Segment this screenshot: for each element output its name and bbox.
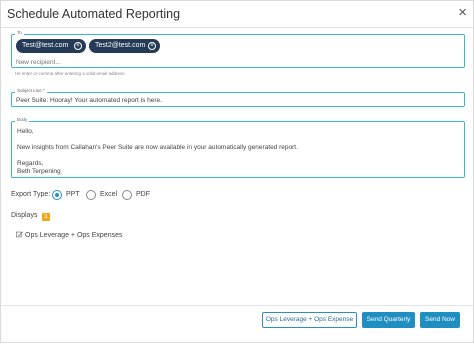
radio-label-ppt: PPT (66, 191, 80, 198)
to-label: To (15, 30, 24, 36)
dialog-header: Schedule Automated Reporting × (1, 1, 474, 28)
edit-icon[interactable] (16, 231, 23, 238)
displays-count-badge: 1 (42, 213, 50, 221)
subject-label: Subject Line * (15, 88, 47, 94)
body-label: Body (15, 117, 30, 123)
display-list-item[interactable]: Ops Leverage + Ops Expenses (16, 231, 122, 239)
radio-label-pdf: PDF (136, 191, 150, 198)
body-textarea[interactable]: Hello, New insights from Callahan's Peer… (17, 128, 457, 176)
recipient-email: Test@test.com (22, 42, 69, 49)
recipient-chip[interactable]: Test@test.com × (16, 39, 86, 53)
display-button[interactable]: Ops Leverage + Ops Expense (262, 312, 357, 328)
schedule-reporting-dialog: Schedule Automated Reporting × To Test@t… (0, 0, 474, 343)
to-field[interactable]: To Test@test.com × Test2@test.com × (11, 30, 465, 68)
recipient-hint: Hit enter or comma after entering a vali… (15, 71, 125, 76)
dialog-title: Schedule Automated Reporting (7, 7, 181, 21)
close-icon[interactable]: × (458, 5, 467, 20)
remove-recipient-icon[interactable]: × (148, 42, 156, 50)
send-quarterly-button[interactable]: Send Quarterly (362, 312, 415, 328)
recipient-email: Test2@test.com (95, 42, 146, 49)
displays-label: Displays (11, 212, 38, 219)
export-type-label: Export Type: (11, 191, 51, 198)
recipient-chip[interactable]: Test2@test.com × (89, 39, 160, 53)
body-field[interactable]: Body Hello, New insights from Callahan's… (11, 117, 465, 178)
subject-input[interactable] (16, 96, 456, 105)
send-now-button[interactable]: Send Now (420, 312, 460, 328)
display-item-label: Ops Leverage + Ops Expenses (25, 232, 123, 239)
subject-field[interactable]: Subject Line * (11, 88, 465, 107)
radio-pdf[interactable] (122, 190, 132, 200)
new-recipient-input[interactable] (16, 57, 456, 67)
remove-recipient-icon[interactable]: × (74, 42, 82, 50)
radio-ppt[interactable] (52, 190, 62, 200)
radio-label-excel: Excel (100, 191, 118, 198)
radio-excel[interactable] (86, 190, 96, 200)
